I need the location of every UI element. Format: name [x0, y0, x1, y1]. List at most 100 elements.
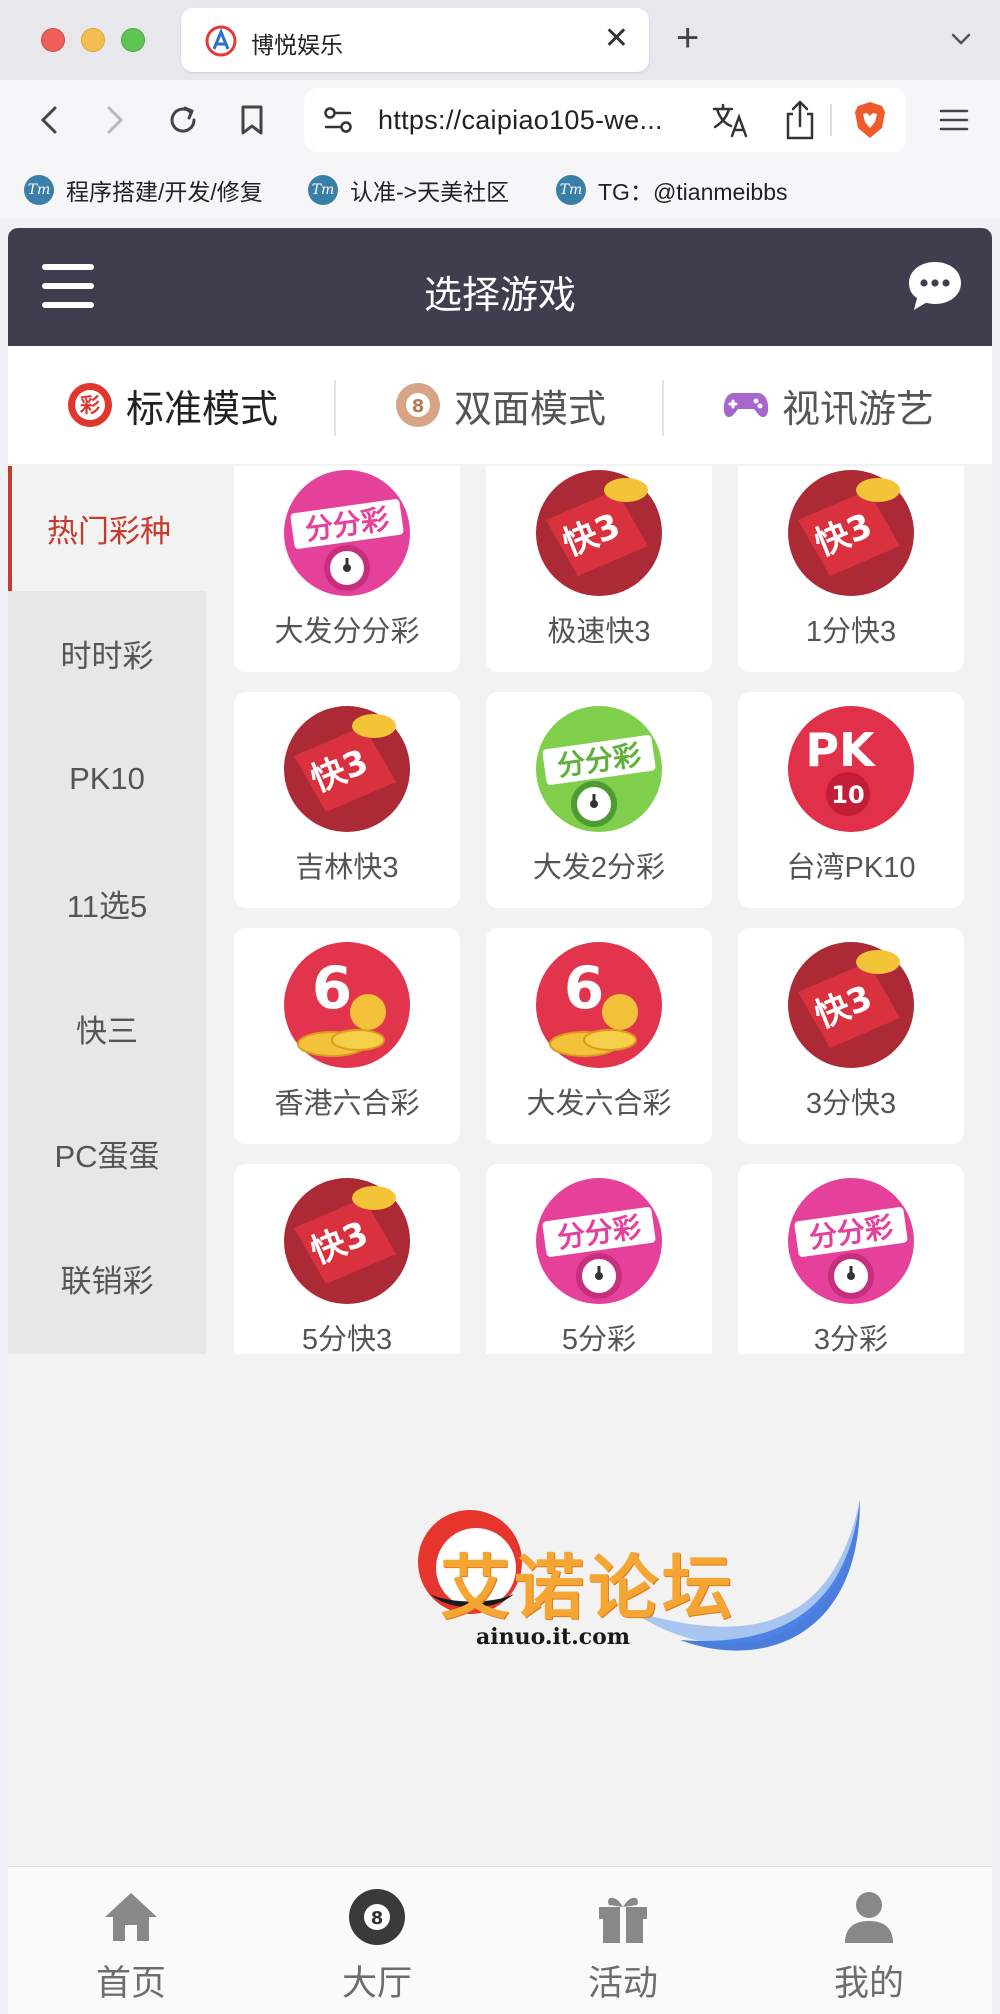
fenfencai-icon: 分分彩 — [788, 1178, 914, 1304]
badge-text: 6 — [564, 954, 604, 1022]
game-label: 极速快3 — [547, 616, 651, 648]
tab-label: 视讯游艺 — [781, 388, 934, 431]
eight-ball-icon: 8 — [395, 383, 440, 427]
close-window-button[interactable] — [41, 28, 65, 52]
game-card[interactable]: 分分彩 3分彩 — [738, 1164, 964, 1354]
kuai3-icon: 快3 — [284, 706, 410, 832]
sidebar-item-pcdandan[interactable]: PC蛋蛋 — [8, 1091, 206, 1216]
close-tab-icon[interactable]: ✕ — [604, 22, 629, 56]
nav-profile[interactable]: 我的 — [746, 1867, 992, 2014]
bookmark-label: 认准->天美社区 — [350, 179, 510, 205]
brave-shield-icon[interactable] — [852, 100, 888, 140]
sidebar-item-lianxiao[interactable]: 联销彩 — [8, 1216, 206, 1341]
browser-window: 博悦娱乐 ✕ + https://caipiao105-we... Tm 程序搭… — [0, 0, 1000, 2014]
hamburger-menu-icon — [939, 109, 969, 131]
game-label: 台湾PK10 — [786, 852, 916, 884]
game-label: 大发六合彩 — [526, 1088, 672, 1120]
chevron-down-icon[interactable] — [950, 28, 972, 50]
game-label: 3分快3 — [805, 1088, 897, 1120]
nav-label: 活动 — [587, 1964, 658, 2003]
browser-tab[interactable]: 博悦娱乐 ✕ — [181, 8, 649, 72]
site-settings-icon[interactable] — [318, 100, 358, 140]
fenfencai-icon: 分分彩 — [536, 1178, 662, 1304]
address-bar[interactable]: https://caipiao105-we... — [304, 88, 906, 152]
game-card[interactable]: 快3 吉林快3 — [234, 692, 460, 908]
game-card[interactable]: 快3 3分快3 — [738, 928, 964, 1144]
chat-bubble-icon[interactable] — [906, 258, 964, 314]
tab-standard-mode[interactable]: 彩 标准模式 — [8, 346, 336, 464]
bookmark-favicon-icon: Tm — [24, 175, 54, 205]
tab-label: 标准模式 — [125, 388, 278, 431]
game-label: 5分彩 — [561, 1324, 637, 1354]
badge-text: PK — [805, 723, 877, 777]
nav-activity[interactable]: 活动 — [500, 1867, 746, 2014]
app-header: 选择游戏 — [8, 228, 992, 346]
sidebar-item-11x5[interactable]: 11选5 — [8, 841, 206, 966]
game-label: 大发2分彩 — [532, 852, 666, 884]
bookmark-item[interactable]: Tm TG：@tianmeibbs — [556, 172, 788, 208]
back-arrow-icon — [40, 106, 57, 134]
forward-button[interactable] — [93, 98, 137, 142]
game-label: 1分快3 — [805, 616, 897, 648]
game-card[interactable]: 快3 1分快3 — [738, 466, 964, 672]
svg-text:彩: 彩 — [79, 393, 100, 417]
forward-arrow-icon — [107, 106, 124, 134]
bookmark-label: 程序搭建/开发/修复 — [66, 179, 263, 205]
url-text[interactable]: https://caipiao105-we... — [378, 105, 698, 136]
bookmark-button[interactable] — [230, 98, 274, 142]
kuai3-icon: 快3 — [788, 470, 914, 596]
tencent-fenfencai-icon: 分分彩 — [536, 706, 662, 832]
minimize-window-button[interactable] — [81, 28, 105, 52]
watermark-domain: ainuo.it.com — [476, 1624, 631, 1650]
sidebar-item-kuai3[interactable]: 快三 — [8, 966, 206, 1091]
game-card[interactable]: 分分彩 5分彩 — [486, 1164, 712, 1354]
game-label: 5分快3 — [301, 1324, 393, 1354]
reload-button[interactable] — [161, 98, 205, 142]
browser-toolbar: https://caipiao105-we... — [0, 80, 1000, 162]
game-card[interactable]: 6 大发六合彩 — [486, 928, 712, 1144]
game-card[interactable]: 分分彩 大发2分彩 — [486, 692, 712, 908]
nav-lobby[interactable]: 8 大厅 — [254, 1867, 500, 2014]
web-page: 选择游戏 彩 标准模式 8 双面模式 视讯游艺 热门彩种 时时彩 PK10 11… — [8, 228, 992, 2014]
game-label: 3分彩 — [813, 1324, 889, 1354]
bookmark-favicon-icon: Tm — [308, 175, 338, 205]
fenfencai-icon: 分分彩 — [284, 470, 410, 596]
sidebar-item-hot[interactable]: 热门彩种 — [8, 466, 206, 591]
game-card[interactable]: 快3 极速快3 — [486, 466, 712, 672]
game-card[interactable]: 6 香港六合彩 — [234, 928, 460, 1144]
tab-label: 双面模式 — [453, 388, 606, 431]
game-card[interactable]: PK 10 台湾PK10 — [738, 692, 964, 908]
new-tab-button[interactable]: + — [676, 16, 699, 60]
site-favicon-icon — [205, 25, 237, 57]
browser-menu-button[interactable] — [932, 98, 976, 142]
sidebar-item-pk10[interactable]: PK10 — [8, 716, 206, 841]
eight-ball-icon: 8 — [349, 1889, 405, 1945]
tab-double-mode[interactable]: 8 双面模式 — [336, 346, 664, 464]
game-card[interactable]: 快3 5分快3 — [234, 1164, 460, 1354]
lottery-badge-icon: 彩 — [67, 383, 112, 427]
reload-icon — [170, 106, 196, 133]
back-button[interactable] — [27, 98, 71, 142]
share-icon[interactable] — [780, 98, 820, 142]
user-icon — [845, 1892, 893, 1943]
nav-home[interactable]: 首页 — [8, 1867, 254, 2014]
kuai3-icon: 快3 — [788, 942, 914, 1068]
bookmark-item[interactable]: Tm 认准->天美社区 — [308, 172, 509, 208]
nav-label: 首页 — [95, 1964, 166, 2003]
tab-video-games[interactable]: 视讯游艺 — [664, 346, 992, 464]
liuhecai-icon: 6 — [536, 942, 662, 1068]
home-icon — [105, 1893, 157, 1941]
svg-text:8: 8 — [412, 396, 425, 417]
kuai3-icon: 快3 — [284, 1178, 410, 1304]
sidebar-item-shishicai[interactable]: 时时彩 — [8, 591, 206, 716]
maximize-window-button[interactable] — [121, 28, 145, 52]
gift-icon — [599, 1897, 647, 1943]
page-title: 选择游戏 — [423, 275, 576, 317]
bookmark-icon — [241, 105, 263, 135]
game-card[interactable]: 分分彩 大发分分彩 — [234, 466, 460, 672]
kuai3-icon: 快3 — [536, 470, 662, 596]
game-label: 香港六合彩 — [274, 1088, 420, 1120]
bookmark-item[interactable]: Tm 程序搭建/开发/修复 — [24, 172, 263, 208]
translate-icon[interactable] — [710, 100, 750, 140]
pk10-icon: PK 10 — [788, 706, 914, 832]
